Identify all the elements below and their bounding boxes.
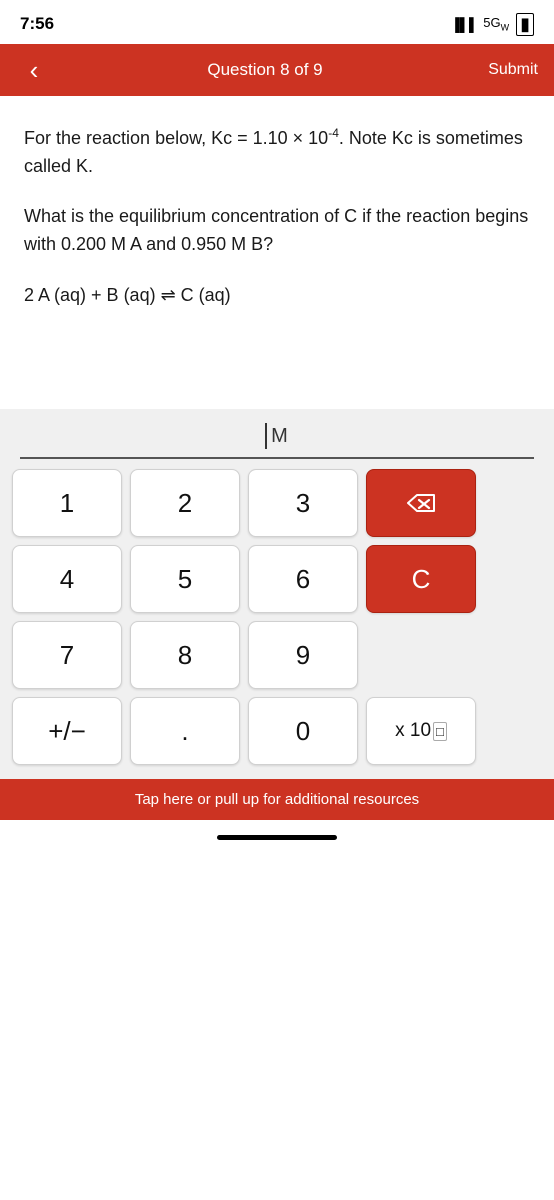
key-2[interactable]: 2	[130, 469, 240, 537]
key-0[interactable]: 0	[248, 697, 358, 765]
resources-bar[interactable]: Tap here or pull up for additional resou…	[0, 779, 554, 820]
home-bar	[217, 835, 337, 840]
question-text-1: For the reaction below, Kc = 1.10 × 10-4…	[24, 124, 530, 181]
battery-icon: ▮	[516, 13, 534, 36]
key-x10-exponent[interactable]: x 10□	[366, 697, 476, 765]
question-text-2: What is the equilibrium concentration of…	[24, 203, 530, 259]
keypad-row-4: +/− . 0 x 10□	[12, 697, 542, 765]
keypad-row-1: 1 2 3	[12, 469, 542, 537]
back-button[interactable]: ‹	[16, 57, 52, 83]
submit-button[interactable]: Submit	[478, 61, 538, 79]
status-time: 7:56	[20, 14, 54, 34]
status-icons: ▐▌▌ 5GW ▮	[451, 13, 534, 36]
key-9[interactable]: 9	[248, 621, 358, 689]
home-indicator	[0, 820, 554, 854]
key-5[interactable]: 5	[130, 545, 240, 613]
input-field-row[interactable]: M	[20, 409, 534, 459]
key-6[interactable]: 6	[248, 545, 358, 613]
backspace-button[interactable]	[366, 469, 476, 537]
input-display-area: M 1 2 3 4 5 6 C 7 8 9	[0, 409, 554, 779]
keypad-row-3: 7 8 9	[12, 621, 542, 689]
signal-icon: ▐▌▌	[451, 17, 479, 32]
key-plus-minus[interactable]: +/−	[12, 697, 122, 765]
keypad: 1 2 3 4 5 6 C 7 8 9 +/−	[0, 459, 554, 779]
question-area: For the reaction below, Kc = 1.10 × 10-4…	[0, 96, 554, 329]
clear-button[interactable]: C	[366, 545, 476, 613]
keypad-row-2: 4 5 6 C	[12, 545, 542, 613]
key-4[interactable]: 4	[12, 545, 122, 613]
key-1[interactable]: 1	[12, 469, 122, 537]
question-progress: Question 8 of 9	[52, 60, 478, 80]
key-3[interactable]: 3	[248, 469, 358, 537]
key-7[interactable]: 7	[12, 621, 122, 689]
network-label: 5GW	[483, 15, 509, 33]
input-unit: M	[271, 425, 289, 448]
key-decimal[interactable]: .	[130, 697, 240, 765]
header: ‹ Question 8 of 9 Submit	[0, 44, 554, 96]
key-8[interactable]: 8	[130, 621, 240, 689]
cursor-indicator	[265, 423, 267, 449]
spacer	[0, 329, 554, 409]
reaction-equation: 2 A (aq) + B (aq) ⇌ C (aq)	[24, 281, 530, 310]
status-bar: 7:56 ▐▌▌ 5GW ▮	[0, 0, 554, 44]
